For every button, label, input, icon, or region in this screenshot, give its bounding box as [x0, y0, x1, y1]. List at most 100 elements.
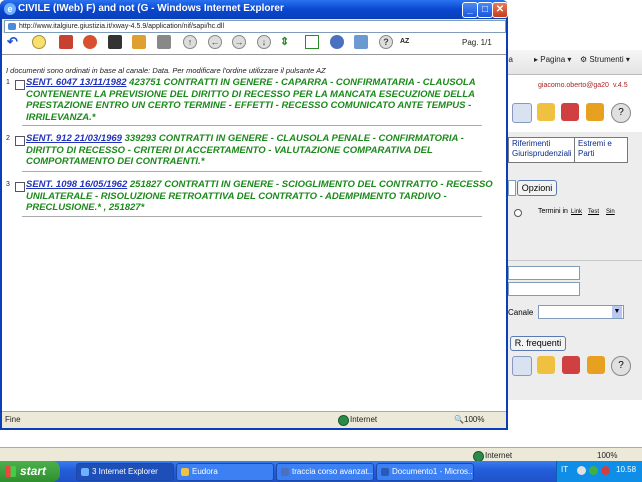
eraser-icon[interactable]	[586, 103, 604, 121]
frequent-button[interactable]: R. frequenti	[510, 336, 566, 351]
page-menu-button[interactable]: ▸ Pagina ▾	[534, 55, 571, 64]
maximize-button[interactable]: □	[477, 2, 493, 18]
result-item: 1 SENT. 6047 13/11/1982 423751 CONTRATTI…	[6, 77, 496, 127]
sort-note: I documenti sono ordinati in base al can…	[6, 66, 326, 75]
toolbar-divider	[2, 54, 506, 55]
result-checkbox[interactable]	[15, 136, 25, 146]
monitor-icon[interactable]	[354, 35, 368, 49]
save-icon[interactable]	[108, 35, 122, 49]
page-icon	[8, 23, 16, 30]
expand-icon[interactable]: ⇕	[280, 35, 294, 49]
status-zone: Internet	[485, 451, 513, 460]
user-name: giacomo.oberto@ga20	[538, 82, 609, 89]
search-oval-icon[interactable]	[32, 35, 46, 49]
start-button[interactable]: start	[0, 461, 60, 482]
task-label: 3 Internet Explorer	[92, 467, 158, 476]
result-separator	[22, 125, 482, 126]
bottom-icon-1[interactable]	[512, 356, 532, 376]
tray-icon-1[interactable]	[577, 466, 586, 475]
eudora-icon	[181, 467, 189, 476]
next-page-icon[interactable]: →	[232, 35, 246, 49]
result-body: SENT. 912 21/03/1969 339293 CONTRATTI IN…	[26, 133, 496, 168]
term-link-2[interactable]: Test	[588, 209, 599, 215]
zoom-icon: 🔍	[454, 415, 464, 424]
windows-flag-icon	[5, 466, 16, 477]
address-field[interactable]: http://www.italgiure.giustizia.it/xway-4…	[4, 20, 506, 33]
ie-icon	[81, 467, 89, 476]
start-label: start	[20, 464, 47, 478]
task-documento1[interactable]: Documento1 - Micros...	[376, 463, 474, 481]
undo-icon[interactable]: ↶	[7, 35, 21, 49]
result-body: SENT. 6047 13/11/1982 423751 CONTRATTI I…	[26, 77, 496, 123]
taskbar: start 3 Internet Explorer Eudora traccia…	[0, 461, 642, 482]
result-link[interactable]: SENT. 6047 13/11/1982	[26, 77, 127, 88]
print-preview-icon[interactable]	[132, 35, 146, 49]
text-field-1[interactable]	[508, 266, 580, 280]
result-body: SENT. 1098 16/05/1962 251827 CONTRATTI I…	[26, 179, 496, 214]
result-link[interactable]: SENT. 912 21/03/1969	[26, 133, 122, 144]
task-eudora[interactable]: Eudora	[176, 463, 274, 481]
settings-icon[interactable]	[330, 35, 344, 49]
task-traccia[interactable]: traccia corso avanzat...	[276, 463, 374, 481]
tab-riferimenti[interactable]: Riferimenti Giurisprudenziali	[508, 137, 576, 163]
toolbar-icon-1[interactable]	[512, 103, 532, 123]
status-zoom[interactable]: 100%	[464, 415, 484, 424]
page-menu-label: Pagina	[540, 55, 566, 64]
task-internet-explorer[interactable]: 3 Internet Explorer	[76, 463, 174, 481]
result-item: 2 SENT. 912 21/03/1969 339293 CONTRATTI …	[6, 133, 496, 169]
book-icon[interactable]	[59, 35, 73, 49]
canale-select[interactable]: ▼	[538, 305, 624, 319]
text-field-2[interactable]	[508, 282, 580, 296]
version-label: v.4.5	[613, 82, 628, 89]
result-separator	[22, 216, 482, 217]
radio-button[interactable]	[514, 209, 522, 217]
background-command-bar: pa ▸ Pagina ▾ ⚙ Strumenti ▾	[500, 50, 642, 75]
ie-icon: e	[4, 3, 16, 15]
help-icon[interactable]: ?	[611, 103, 631, 123]
result-link[interactable]: SENT. 1098 16/05/1962	[26, 179, 127, 190]
language-indicator[interactable]: IT	[561, 465, 568, 474]
prev-page-icon[interactable]: ←	[208, 35, 222, 49]
status-text: Fine	[5, 415, 21, 424]
scissors-icon[interactable]	[561, 103, 579, 121]
internet-zone-icon	[338, 415, 349, 426]
popup-content: ↶ ↑ ← → ↓ ⇕ ? AZ Pag. 1/1 I documenti so…	[2, 33, 506, 411]
result-checkbox[interactable]	[15, 80, 25, 90]
tab-estremi[interactable]: Estremi e Parti	[574, 137, 628, 163]
popup-title-bar[interactable]: e CIVILE (IWeb) F) and not (G - Windows …	[0, 0, 508, 19]
first-page-icon[interactable]: ↑	[183, 35, 197, 49]
search-field-truncated[interactable]	[508, 180, 516, 196]
grid-icon[interactable]	[305, 35, 319, 49]
help-icon[interactable]: ?	[379, 35, 393, 49]
bottom-icon-2[interactable]	[537, 356, 555, 374]
last-page-icon[interactable]: ↓	[257, 35, 271, 49]
status-zoom[interactable]: 100%	[597, 451, 617, 460]
page-info: Pag. 1/1	[462, 38, 492, 47]
tray-icon-3[interactable]	[601, 466, 610, 475]
options-button[interactable]: Opzioni	[517, 180, 557, 196]
chevron-down-icon: ▼	[612, 306, 622, 318]
tray-icon-2[interactable]	[589, 466, 598, 475]
result-separator	[22, 171, 482, 172]
toolbar-icon-2[interactable]	[537, 103, 555, 121]
result-checkbox[interactable]	[15, 182, 25, 192]
result-number: 3	[6, 181, 10, 188]
bottom-help-icon[interactable]: ?	[611, 356, 631, 376]
print-icon[interactable]	[157, 35, 171, 49]
bottom-eraser-icon[interactable]	[587, 356, 605, 374]
popup-browser-window: e CIVILE (IWeb) F) and not (G - Windows …	[0, 0, 508, 430]
tools-menu-button[interactable]: ⚙ Strumenti ▾	[580, 55, 630, 64]
close-button[interactable]: ✕	[492, 2, 508, 18]
minimize-button[interactable]: _	[462, 2, 478, 18]
term-link-1[interactable]: Link	[571, 209, 582, 215]
status-zone: Internet	[350, 415, 378, 424]
result-number: 2	[6, 135, 10, 142]
address-text: http://www.italgiure.giustizia.it/xway-4…	[19, 23, 225, 30]
popup-status-bar: Fine Internet 🔍 100%	[2, 411, 506, 428]
result-item: 3 SENT. 1098 16/05/1962 251827 CONTRATTI…	[6, 179, 496, 215]
filter-icon[interactable]	[83, 35, 97, 49]
bottom-scissors-icon[interactable]	[562, 356, 580, 374]
background-status-bar: Internet 100%	[0, 447, 642, 462]
sort-az-icon[interactable]: AZ	[400, 35, 414, 49]
term-link-3[interactable]: Sin	[606, 209, 615, 215]
